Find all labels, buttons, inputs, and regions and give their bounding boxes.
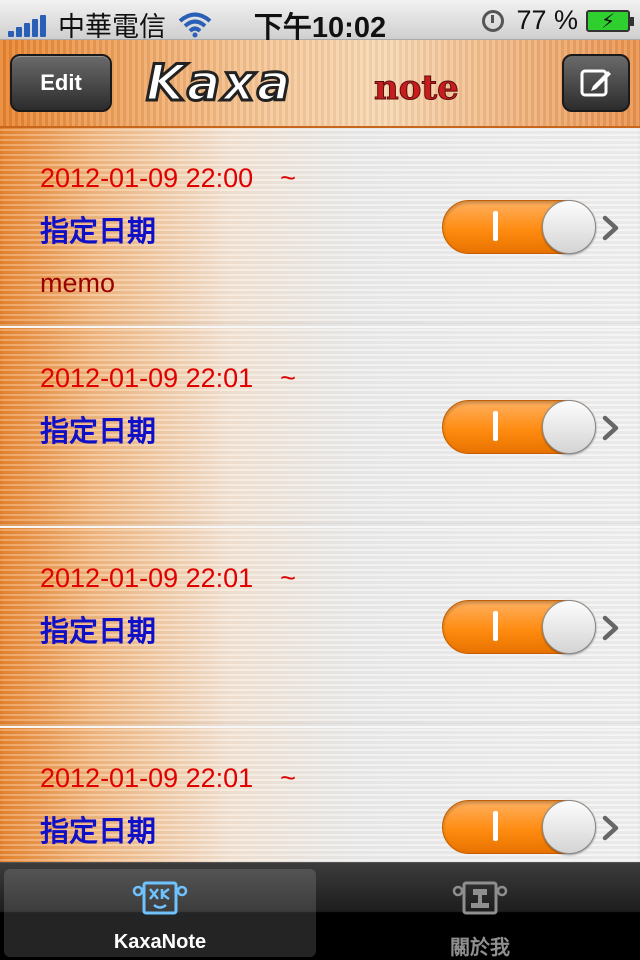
list-item[interactable]: 2012-01-09 22:00 ~ 指定日期 memo bbox=[0, 128, 640, 328]
navigation-bar: Edit Kaxa note bbox=[0, 40, 640, 128]
toggle-on-mark bbox=[493, 411, 498, 441]
status-right: 77 % ⚡ bbox=[482, 5, 634, 36]
chevron-right-icon[interactable] bbox=[600, 214, 622, 242]
compose-icon bbox=[580, 69, 611, 97]
item-type: 指定日期 bbox=[40, 416, 157, 448]
list-item[interactable]: 2012-01-09 22:01 ~ 指定日期 bbox=[0, 728, 640, 862]
chevron-right-icon[interactable] bbox=[600, 814, 622, 842]
enable-toggle[interactable] bbox=[442, 800, 596, 854]
tab-kaxanote[interactable]: KaxaNote bbox=[4, 869, 316, 957]
kaxanote-icon bbox=[132, 881, 188, 915]
toggle-knob[interactable] bbox=[542, 400, 596, 454]
toggle-on-mark bbox=[493, 211, 498, 241]
item-type: 指定日期 bbox=[40, 216, 157, 248]
item-date: 2012-01-09 22:01 ~ bbox=[40, 563, 296, 593]
enable-toggle[interactable] bbox=[442, 600, 596, 654]
battery-percent: 77 % bbox=[516, 5, 578, 35]
compose-button[interactable] bbox=[562, 54, 630, 112]
item-date: 2012-01-09 22:01 ~ bbox=[40, 763, 296, 793]
about-me-icon bbox=[452, 881, 508, 915]
enable-toggle[interactable] bbox=[442, 400, 596, 454]
tab-bar: KaxaNote 關於我 bbox=[0, 862, 640, 960]
app-logo: Kaxa note bbox=[144, 53, 492, 114]
toggle-knob[interactable] bbox=[542, 800, 596, 854]
item-date: 2012-01-09 22:01 ~ bbox=[40, 363, 296, 393]
enable-toggle[interactable] bbox=[442, 200, 596, 254]
edit-button[interactable]: Edit bbox=[10, 54, 112, 112]
toggle-knob[interactable] bbox=[542, 200, 596, 254]
toggle-on-mark bbox=[493, 611, 498, 641]
alarm-list: 2012-01-09 22:00 ~ 指定日期 memo 2012-01-09 … bbox=[0, 128, 640, 862]
item-date: 2012-01-09 22:00 ~ bbox=[40, 163, 296, 193]
item-type: 指定日期 bbox=[40, 616, 157, 648]
list-item[interactable]: 2012-01-09 22:01 ~ 指定日期 bbox=[0, 328, 640, 528]
logo-main-text: Kaxa bbox=[144, 53, 293, 114]
list-item[interactable]: 2012-01-09 22:01 ~ 指定日期 bbox=[0, 528, 640, 728]
logo-sub-text: note bbox=[374, 68, 460, 109]
tab-about-me[interactable]: 關於我 bbox=[324, 869, 636, 959]
chevron-right-icon[interactable] bbox=[600, 414, 622, 442]
battery-charging-icon: ⚡ bbox=[586, 9, 634, 33]
item-memo: memo bbox=[40, 268, 116, 298]
item-type: 指定日期 bbox=[40, 816, 157, 848]
tab-label: KaxaNote bbox=[113, 931, 207, 953]
chevron-right-icon[interactable] bbox=[600, 614, 622, 642]
status-bar: 中華電信 下午10:02 77 % ⚡ bbox=[0, 0, 640, 44]
tab-label: 關於我 bbox=[450, 937, 510, 959]
toggle-on-mark bbox=[493, 811, 498, 841]
toggle-knob[interactable] bbox=[542, 600, 596, 654]
clock-icon bbox=[482, 9, 505, 32]
